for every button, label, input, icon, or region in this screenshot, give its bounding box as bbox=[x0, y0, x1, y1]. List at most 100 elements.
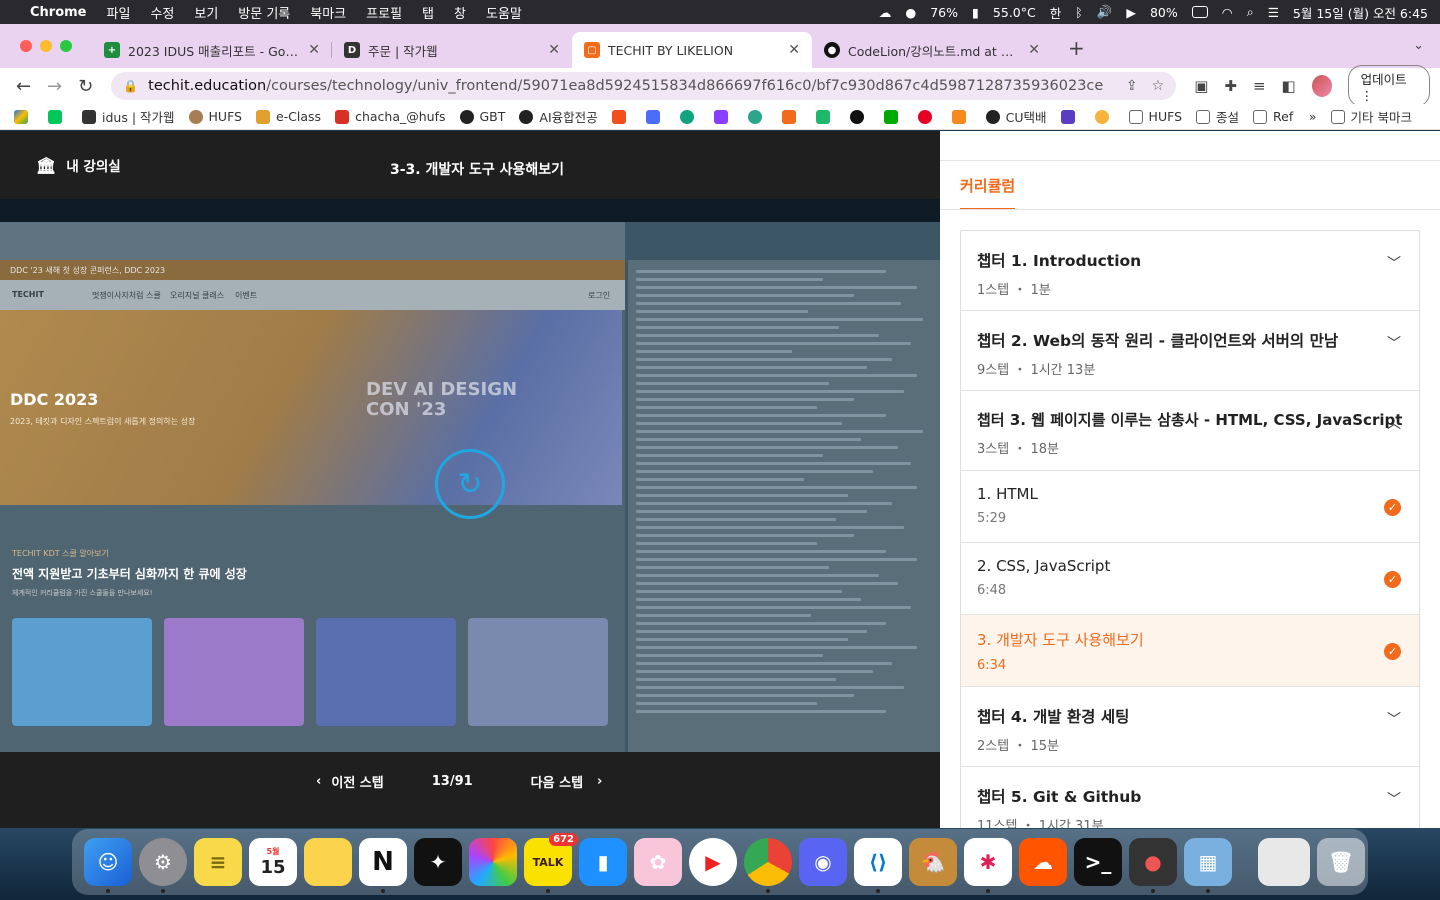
cpu-usage-label[interactable]: 76% bbox=[930, 5, 958, 20]
prev-step-button[interactable]: ‹ 이전 스텝 bbox=[316, 772, 384, 791]
close-tab-icon[interactable]: ✕ bbox=[308, 42, 320, 58]
finder-icon[interactable]: ☺ bbox=[84, 838, 132, 893]
battery-icon[interactable] bbox=[1191, 6, 1208, 18]
chevron-up-icon[interactable]: ︿ bbox=[1387, 413, 1401, 433]
step-item[interactable]: 1. HTML 5:29 ✓ bbox=[961, 471, 1419, 543]
lock-icon[interactable]: 🔒 bbox=[123, 79, 138, 93]
step-item[interactable]: 2. CSS, JavaScript 6:48 ✓ bbox=[961, 543, 1419, 615]
bookmark-pinterest[interactable] bbox=[917, 109, 938, 124]
other-bookmarks[interactable]: 기타 북마크 bbox=[1330, 107, 1412, 126]
chevron-down-icon[interactable]: ﹀ bbox=[1387, 333, 1401, 353]
bookmark-app5[interactable] bbox=[883, 109, 904, 124]
close-tab-icon[interactable]: ✕ bbox=[548, 42, 560, 58]
video-player-app-icon[interactable]: ▶ bbox=[689, 838, 737, 886]
forward-button[interactable]: → bbox=[41, 76, 68, 97]
bookmark-app-icon[interactable]: ▮ bbox=[579, 838, 627, 886]
notes-icon[interactable] bbox=[304, 838, 352, 886]
discord-icon[interactable]: ◉ bbox=[799, 838, 847, 886]
update-button[interactable]: 업데이트 ⋮ bbox=[1347, 65, 1431, 107]
url-text[interactable]: techit.education/courses/technology/univ… bbox=[148, 78, 1112, 94]
chapter-item-expanded[interactable]: 챕터 3. 웹 페이지를 이루는 삼총사 - HTML, CSS, JavaSc… bbox=[961, 391, 1419, 471]
bookmark-figma[interactable] bbox=[611, 109, 632, 124]
control-center-icon[interactable]: ☰ bbox=[1268, 5, 1279, 20]
tab-idus-report[interactable]: + 2023 IDUS 매출리포트 - Google 스 ✕ bbox=[92, 32, 332, 68]
stickies-icon[interactable]: ≡ bbox=[194, 838, 242, 886]
blossom-app-icon[interactable]: ✿ bbox=[634, 838, 682, 886]
bluetooth-icon[interactable]: ᛒ bbox=[1075, 5, 1083, 20]
photos-icon[interactable] bbox=[469, 838, 517, 886]
app-menu[interactable]: Chrome bbox=[30, 5, 87, 20]
preview-icon[interactable]: ▦ bbox=[1184, 838, 1232, 893]
system-settings-icon[interactable]: ⚙ bbox=[139, 838, 187, 893]
wifi-icon[interactable]: ◠ bbox=[1222, 5, 1233, 20]
bookmark-status-icon[interactable]: ▮ bbox=[972, 5, 979, 20]
notion-icon[interactable]: N bbox=[359, 838, 407, 893]
extensions-icon[interactable]: ✚ bbox=[1224, 77, 1237, 95]
soundcloud-icon[interactable]: ☁ bbox=[1019, 838, 1067, 886]
bookmark-ai[interactable]: AI융합전공 bbox=[519, 107, 598, 126]
menu-window[interactable]: 창 bbox=[454, 3, 466, 22]
loading-spinner-icon[interactable]: ↻ bbox=[435, 449, 505, 519]
bookmark-app1[interactable] bbox=[645, 109, 666, 124]
bookmark-app4[interactable] bbox=[781, 109, 802, 124]
menu-view[interactable]: 보기 bbox=[194, 3, 218, 22]
zoom-window-button[interactable] bbox=[60, 40, 72, 52]
bookmark-github[interactable] bbox=[849, 109, 870, 124]
temperature-label[interactable]: 55.0°C bbox=[993, 5, 1036, 20]
my-class-link[interactable]: 🏛 내 강의실 bbox=[36, 155, 121, 176]
back-button[interactable]: ← bbox=[10, 76, 37, 97]
menu-history[interactable]: 방문 기록 bbox=[238, 3, 290, 22]
media-icon[interactable]: ≡ bbox=[1253, 77, 1266, 95]
tab-curriculum[interactable]: 커리큘럼 bbox=[960, 175, 1016, 210]
vscode-icon[interactable]: ⟨⟩ bbox=[854, 838, 902, 893]
bookmark-app6[interactable] bbox=[951, 109, 972, 124]
input-method-label[interactable]: 한 bbox=[1050, 3, 1062, 22]
menu-help[interactable]: 도움말 bbox=[486, 3, 522, 22]
chapter-item[interactable]: 챕터 2. Web의 동작 원리 - 클라이언트와 서버의 만남 9스텝 ・ 1… bbox=[961, 311, 1419, 391]
bookmark-hufs[interactable]: HUFS bbox=[188, 109, 242, 124]
tab-search-chevron-icon[interactable]: ⌄ bbox=[1413, 38, 1424, 53]
bookmark-folder-hufs[interactable]: HUFS bbox=[1128, 109, 1182, 124]
bookmark-app8[interactable] bbox=[1094, 109, 1115, 124]
profile-avatar[interactable] bbox=[1311, 75, 1332, 97]
bookmark-gmail[interactable]: chacha_@hufs bbox=[335, 109, 446, 124]
menu-tab[interactable]: 탭 bbox=[422, 3, 434, 22]
battery-label[interactable]: 80% bbox=[1150, 5, 1178, 20]
menu-profiles[interactable]: 프로필 bbox=[366, 3, 402, 22]
step-item-current[interactable]: 3. 개발자 도구 사용해보기 6:34 ✓ bbox=[961, 615, 1419, 687]
cloud-status-icon[interactable]: ☁ bbox=[879, 5, 892, 20]
video-frame[interactable]: DDC '23 새해 첫 성장 콘퍼런스, DDC 2023 TECHIT 멋쟁… bbox=[0, 222, 940, 752]
menu-bookmarks[interactable]: 북마크 bbox=[310, 3, 346, 22]
slack-icon[interactable]: ✱ bbox=[964, 838, 1012, 893]
bookmark-idus[interactable]: idus | 작가웹 bbox=[82, 107, 175, 126]
bookmark-drive[interactable] bbox=[14, 109, 34, 124]
menu-file[interactable]: 파일 bbox=[107, 3, 131, 22]
calendar-icon[interactable]: 5월 15 bbox=[249, 838, 297, 886]
stats-icon[interactable]: ● bbox=[905, 5, 916, 20]
terminal-icon[interactable]: >_ bbox=[1074, 838, 1122, 886]
bookmark-naver[interactable] bbox=[48, 109, 68, 124]
menu-edit[interactable]: 수정 bbox=[150, 3, 174, 22]
close-tab-icon[interactable]: ✕ bbox=[788, 42, 800, 58]
bookmark-eclass[interactable]: e-Class bbox=[255, 109, 321, 124]
datetime-label[interactable]: 5월 15일 (월) 오전 6:45 bbox=[1293, 3, 1428, 22]
chapter-item[interactable]: 챕터 4. 개발 환경 세팅 2스텝 ・ 15분 ﹀ bbox=[961, 687, 1419, 767]
bookmark-star-icon[interactable]: ☆ bbox=[1152, 78, 1165, 94]
bookmark-cu[interactable]: CU택배 bbox=[985, 107, 1047, 126]
bookmark-gbt[interactable]: GBT bbox=[459, 109, 505, 124]
game-app-icon[interactable]: 🐔 bbox=[909, 838, 957, 886]
spotlight-icon[interactable]: ⌕ bbox=[1247, 4, 1254, 20]
chapter-item[interactable]: 챕터 1. Introduction 1스텝 ・ 1분 ﹀ bbox=[961, 231, 1419, 311]
bookmark-app7[interactable] bbox=[1060, 109, 1081, 124]
tab-idus-order[interactable]: D 주문 | 작가웹 ✕ bbox=[332, 32, 572, 68]
chevron-down-icon[interactable]: ﹀ bbox=[1387, 709, 1401, 729]
next-step-button[interactable]: 다음 스텝 › bbox=[531, 772, 603, 791]
minimize-window-button[interactable] bbox=[40, 40, 52, 52]
kakaotalk-icon[interactable]: TALK 672 bbox=[524, 833, 578, 893]
play-icon[interactable]: ▶ bbox=[1126, 5, 1136, 20]
tab-github[interactable]: ● CodeLion/강의노트.md at main · C ✕ bbox=[812, 32, 1052, 68]
share-icon[interactable]: ⇪ bbox=[1126, 78, 1138, 94]
new-tab-button[interactable]: + bbox=[1068, 36, 1085, 60]
bookmark-vue[interactable] bbox=[815, 109, 836, 124]
bookmark-app3[interactable] bbox=[747, 109, 768, 124]
